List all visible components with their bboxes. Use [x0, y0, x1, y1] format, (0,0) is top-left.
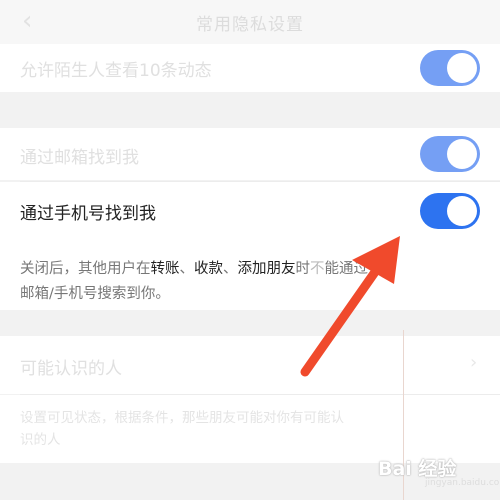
toggle-knob: [447, 53, 477, 83]
setting-row-email: 通过邮箱找到我: [0, 128, 500, 180]
page-title: 常用隐私设置: [196, 15, 304, 35]
setting-label: 通过邮箱找到我: [20, 148, 139, 168]
email-search-toggle[interactable]: [420, 136, 480, 172]
toggle-knob: [447, 139, 477, 169]
phone-search-toggle[interactable]: [420, 193, 480, 229]
setting-row-stranger-posts: 允许陌生人查看10条动态: [0, 44, 500, 92]
description-text: 关闭后，其他用户在转账、收款、添加朋友时不能通过 邮箱/手机号搜索到你。: [20, 261, 368, 302]
setting-row-phone: 通过手机号找到我: [0, 182, 500, 240]
phone-search-description: 关闭后，其他用户在转账、收款、添加朋友时不能通过 邮箱/手机号搜索到你。: [0, 240, 500, 310]
chevron-right-icon: ›: [470, 352, 478, 373]
watermark-logo: Bai 经验: [378, 458, 457, 480]
setting-label: 通过手机号找到我: [20, 204, 156, 224]
description-text: 设置可见状态，根据条件，那些朋友可能对你有可能认 识的人: [20, 410, 344, 448]
term-transfer: 转账: [150, 261, 180, 277]
toggle-knob: [447, 196, 477, 226]
people-you-may-know-description: 设置可见状态，根据条件，那些朋友可能对你有可能认 识的人: [0, 395, 500, 463]
setting-row-people-you-may-know[interactable]: 可能认识的人: [0, 336, 500, 394]
top-bar: ‹ 常用隐私设置: [0, 0, 500, 44]
setting-label: 允许陌生人查看10条动态: [20, 61, 212, 81]
term-add-friend: 添加朋友: [237, 261, 296, 277]
stranger-posts-toggle[interactable]: [420, 50, 480, 86]
watermark-url: jingyan.baidu.com: [425, 478, 500, 488]
setting-label: 可能认识的人: [20, 359, 122, 379]
term-receive: 收款: [194, 261, 223, 277]
